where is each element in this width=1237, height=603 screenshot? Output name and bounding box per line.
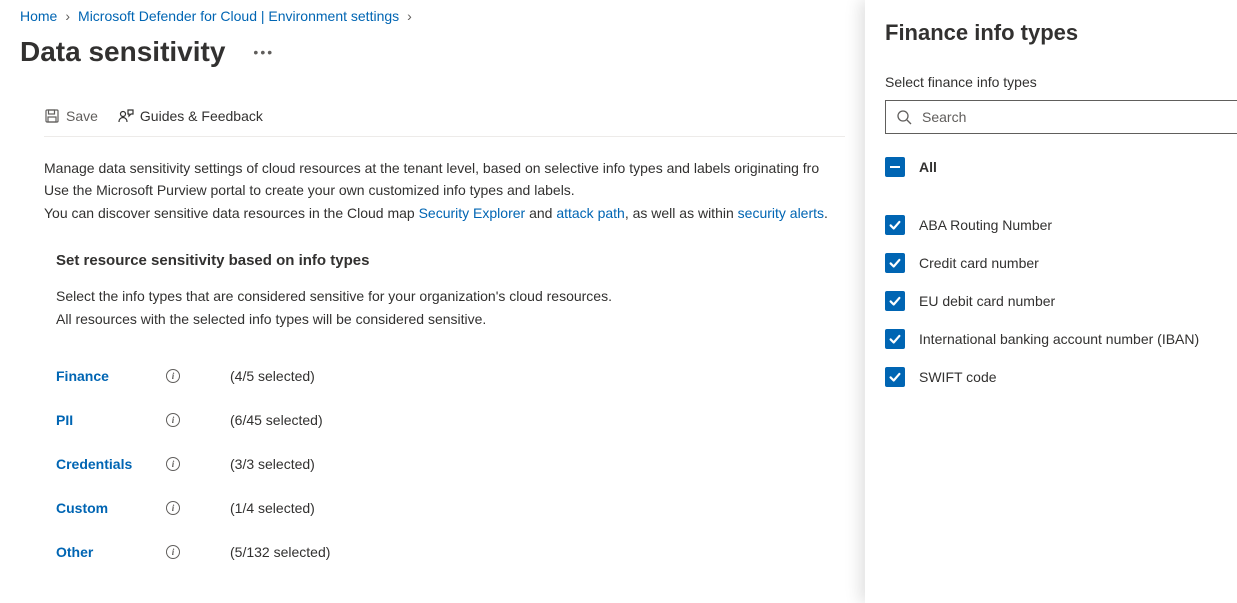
chevron-right-icon: ›	[407, 8, 412, 24]
page-title: Data sensitivity	[20, 36, 225, 68]
checkbox-row[interactable]: ABA Routing Number	[885, 206, 1237, 244]
info-type-row-custom: Custom i (1/4 selected)	[56, 486, 845, 530]
info-icon[interactable]: i	[166, 501, 180, 515]
checkbox-label: SWIFT code	[919, 369, 997, 385]
breadcrumb-defender[interactable]: Microsoft Defender for Cloud | Environme…	[78, 8, 399, 24]
checkbox-row[interactable]: SWIFT code	[885, 358, 1237, 396]
checkbox-all-label: All	[919, 159, 937, 175]
info-type-link-credentials[interactable]: Credentials	[56, 456, 166, 472]
info-type-count: (1/4 selected)	[230, 500, 315, 516]
search-box[interactable]	[885, 100, 1237, 134]
more-icon[interactable]: •••	[245, 40, 282, 64]
checkbox-all-row[interactable]: All	[885, 148, 1237, 186]
description-text: Manage data sensitivity settings of clou…	[44, 157, 845, 224]
security-alerts-link[interactable]: security alerts	[738, 205, 824, 221]
info-icon[interactable]: i	[166, 545, 180, 559]
info-type-row-pii: PII i (6/45 selected)	[56, 398, 845, 442]
indeterminate-icon	[890, 166, 900, 168]
checkbox-row[interactable]: Credit card number	[885, 244, 1237, 282]
checkbox[interactable]	[885, 329, 905, 349]
info-type-link-custom[interactable]: Custom	[56, 500, 166, 516]
info-type-count: (5/132 selected)	[230, 544, 330, 560]
search-input[interactable]	[922, 109, 1227, 125]
info-type-row-finance: Finance i (4/5 selected)	[56, 354, 845, 398]
check-icon	[888, 370, 902, 384]
info-type-row-credentials: Credentials i (3/3 selected)	[56, 442, 845, 486]
checkbox-label: Credit card number	[919, 255, 1039, 271]
breadcrumb: Home › Microsoft Defender for Cloud | En…	[20, 8, 845, 24]
save-button[interactable]: Save	[44, 108, 98, 124]
panel-label: Select finance info types	[885, 74, 1237, 90]
checkbox-all[interactable]	[885, 157, 905, 177]
check-icon	[888, 218, 902, 232]
checkbox[interactable]	[885, 367, 905, 387]
info-icon[interactable]: i	[166, 369, 180, 383]
checkbox-label: ABA Routing Number	[919, 217, 1052, 233]
info-type-count: (3/3 selected)	[230, 456, 315, 472]
person-feedback-icon	[118, 108, 134, 124]
guides-feedback-button[interactable]: Guides & Feedback	[118, 108, 263, 124]
save-icon	[44, 108, 60, 124]
security-explorer-link[interactable]: Security Explorer	[419, 205, 526, 221]
info-type-link-pii[interactable]: PII	[56, 412, 166, 428]
breadcrumb-home[interactable]: Home	[20, 8, 57, 24]
checkbox-row[interactable]: EU debit card number	[885, 282, 1237, 320]
check-icon	[888, 294, 902, 308]
checkbox-row[interactable]: International banking account number (IB…	[885, 320, 1237, 358]
section-description: Select the info types that are considere…	[56, 285, 845, 330]
info-type-link-finance[interactable]: Finance	[56, 368, 166, 384]
check-icon	[888, 332, 902, 346]
info-icon[interactable]: i	[166, 413, 180, 427]
checkbox-label: International banking account number (IB…	[919, 331, 1199, 347]
panel-title: Finance info types	[885, 20, 1237, 46]
checkbox[interactable]	[885, 291, 905, 311]
info-icon[interactable]: i	[166, 457, 180, 471]
checkbox[interactable]	[885, 253, 905, 273]
info-types-list: Finance i (4/5 selected) PII i (6/45 sel…	[56, 354, 845, 574]
attack-path-link[interactable]: attack path	[556, 205, 625, 221]
info-type-count: (6/45 selected)	[230, 412, 323, 428]
finance-info-types-panel: Finance info types Select finance info t…	[865, 0, 1237, 603]
section-heading: Set resource sensitivity based on info t…	[56, 252, 845, 269]
info-type-row-other: Other i (5/132 selected)	[56, 530, 845, 574]
chevron-right-icon: ›	[65, 8, 70, 24]
check-icon	[888, 256, 902, 270]
search-icon	[896, 109, 912, 125]
checkbox[interactable]	[885, 215, 905, 235]
info-type-link-other[interactable]: Other	[56, 544, 166, 560]
info-type-count: (4/5 selected)	[230, 368, 315, 384]
checkbox-label: EU debit card number	[919, 293, 1055, 309]
